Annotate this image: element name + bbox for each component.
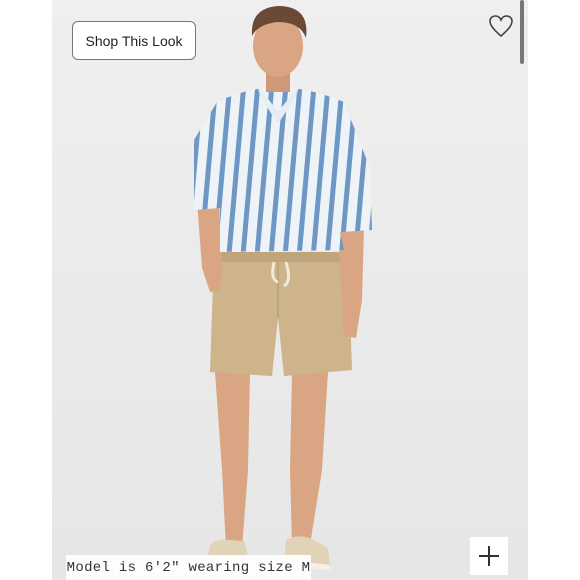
zoom-button[interactable]	[470, 537, 508, 575]
product-image-viewer: Shop This Look Model is 6'2" wearing siz…	[0, 0, 580, 580]
scrollbar-thumb[interactable]	[520, 0, 524, 64]
model-photo	[52, 0, 528, 580]
shop-this-look-button[interactable]: Shop This Look	[72, 21, 196, 60]
model-size-caption: Model is 6'2" wearing size M	[66, 555, 311, 580]
heart-icon[interactable]	[488, 14, 514, 38]
plus-icon	[479, 546, 499, 566]
